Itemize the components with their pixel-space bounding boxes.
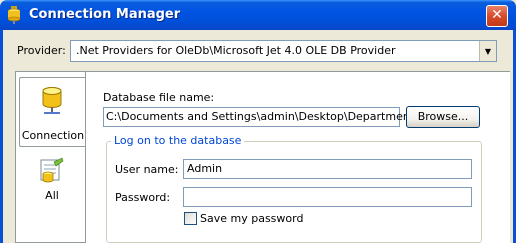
dropdown-arrow-button[interactable]: ▼	[479, 41, 496, 61]
username-input[interactable]: Admin	[183, 159, 472, 179]
tab-connection-label: Connection	[21, 129, 85, 142]
provider-label: Provider:	[17, 44, 66, 57]
logon-group-label: Log on to the database	[111, 134, 245, 147]
close-icon: ✕	[491, 7, 503, 23]
save-password-label[interactable]: Save my password	[200, 212, 303, 225]
database-file-value: C:\Documents and Settings\admin\Desktop\…	[106, 110, 439, 123]
title-bar[interactable]: Connection Manager ✕	[0, 0, 516, 30]
chevron-down-icon: ▼	[484, 46, 492, 56]
close-button[interactable]: ✕	[486, 5, 508, 27]
browse-button[interactable]: Browse...	[406, 106, 480, 128]
password-label: Password:	[115, 191, 171, 204]
username-label: User name:	[115, 163, 179, 176]
database-file-label: Database file name:	[103, 91, 215, 104]
all-properties-icon	[40, 157, 64, 183]
database-file-input[interactable]: C:\Documents and Settings\admin\Desktop\…	[103, 107, 439, 127]
username-value: Admin	[187, 162, 223, 175]
database-connection-icon	[42, 87, 62, 114]
save-password-checkbox[interactable]	[184, 212, 197, 225]
password-input[interactable]	[183, 187, 472, 207]
provider-selected-value: .Net Providers for OleDb\Microsoft Jet 4…	[76, 44, 396, 57]
provider-dropdown[interactable]: .Net Providers for OleDb\Microsoft Jet 4…	[70, 40, 497, 62]
tab-connection[interactable]: Connection	[19, 77, 85, 147]
window-frame-left	[0, 30, 3, 243]
tab-sidebar: Connection All	[15, 71, 85, 243]
tab-all-label: All	[45, 189, 59, 202]
tab-all[interactable]: All	[19, 152, 85, 208]
connection-manager-icon	[7, 6, 21, 24]
window-title: Connection Manager	[29, 7, 181, 22]
